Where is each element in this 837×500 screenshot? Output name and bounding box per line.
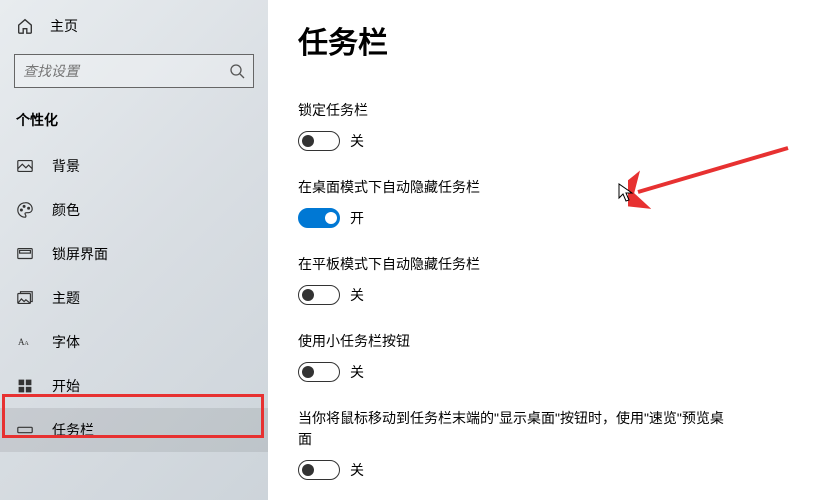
toggle-lock-taskbar[interactable] <box>298 131 340 151</box>
sidebar-item-label: 任务栏 <box>52 420 94 440</box>
sidebar-item-start[interactable]: 开始 <box>0 364 268 408</box>
picture-icon <box>16 157 34 175</box>
sidebar-item-taskbar[interactable]: 任务栏 <box>0 408 268 452</box>
setting-autohide-tablet: 在平板模式下自动隐藏任务栏 关 <box>298 254 807 305</box>
sidebar-item-label: 字体 <box>52 332 80 352</box>
taskbar-icon <box>16 421 34 439</box>
home-icon <box>16 17 34 35</box>
category-header: 个性化 <box>0 104 268 144</box>
themes-icon <box>16 289 34 307</box>
sidebar-item-label: 背景 <box>52 156 80 176</box>
search-box[interactable] <box>14 54 254 88</box>
sidebar: 主页 个性化 背景 颜色 锁屏界面 主题 A <box>0 0 268 500</box>
setting-lock-taskbar: 锁定任务栏 关 <box>298 100 807 151</box>
main-panel: 任务栏 锁定任务栏 关 在桌面模式下自动隐藏任务栏 开 在平板模式下自动隐藏任务… <box>268 0 837 500</box>
setting-label: 锁定任务栏 <box>298 100 728 121</box>
sidebar-item-label: 锁屏界面 <box>52 244 108 264</box>
sidebar-item-label: 主题 <box>52 288 80 308</box>
setting-label: 使用小任务栏按钮 <box>298 331 728 352</box>
sidebar-item-label: 颜色 <box>52 200 80 220</box>
sidebar-item-background[interactable]: 背景 <box>0 144 268 188</box>
setting-peek-desktop: 当你将鼠标移动到任务栏末端的"显示桌面"按钮时，使用"速览"预览桌面 关 <box>298 408 807 480</box>
lockscreen-icon <box>16 245 34 263</box>
page-title: 任务栏 <box>298 18 807 62</box>
toggle-state-text: 关 <box>350 460 364 480</box>
sidebar-item-colors[interactable]: 颜色 <box>0 188 268 232</box>
setting-label: 当你将鼠标移动到任务栏末端的"显示桌面"按钮时，使用"速览"预览桌面 <box>298 408 728 450</box>
nav-home[interactable]: 主页 <box>0 8 268 44</box>
toggle-state-text: 开 <box>350 208 364 228</box>
svg-text:A: A <box>24 340 29 347</box>
sidebar-item-label: 开始 <box>52 376 80 396</box>
nav-home-label: 主页 <box>50 16 78 36</box>
toggle-state-text: 关 <box>350 362 364 382</box>
setting-label: 在桌面模式下自动隐藏任务栏 <box>298 177 728 198</box>
sidebar-item-fonts[interactable]: AA 字体 <box>0 320 268 364</box>
setting-autohide-desktop: 在桌面模式下自动隐藏任务栏 开 <box>298 177 807 228</box>
sidebar-item-lockscreen[interactable]: 锁屏界面 <box>0 232 268 276</box>
toggle-small-buttons[interactable] <box>298 362 340 382</box>
setting-label: 在平板模式下自动隐藏任务栏 <box>298 254 728 275</box>
search-input[interactable] <box>23 63 229 79</box>
toggle-autohide-desktop[interactable] <box>298 208 340 228</box>
sidebar-item-themes[interactable]: 主题 <box>0 276 268 320</box>
palette-icon <box>16 201 34 219</box>
toggle-autohide-tablet[interactable] <box>298 285 340 305</box>
search-icon <box>229 63 245 79</box>
fonts-icon: AA <box>16 333 34 351</box>
start-icon <box>16 377 34 395</box>
toggle-peek-desktop[interactable] <box>298 460 340 480</box>
toggle-state-text: 关 <box>350 131 364 151</box>
setting-small-buttons: 使用小任务栏按钮 关 <box>298 331 807 382</box>
toggle-state-text: 关 <box>350 285 364 305</box>
